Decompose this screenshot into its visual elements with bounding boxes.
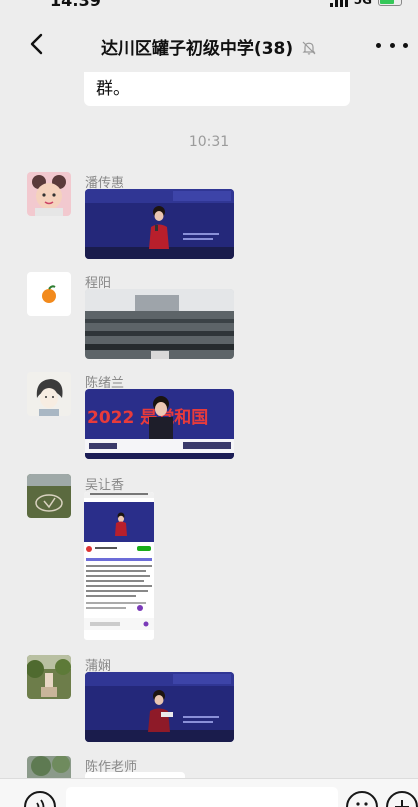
landscape-avatar-image bbox=[27, 474, 71, 518]
sender-name: 吴让香 bbox=[85, 478, 125, 493]
status-bar: 14:39 5G bbox=[0, 0, 418, 14]
avatar[interactable] bbox=[27, 372, 71, 416]
video-thumbnail[interactable] bbox=[85, 289, 234, 359]
more-options-button[interactable] bbox=[376, 38, 408, 52]
emoji-icon bbox=[356, 802, 368, 806]
avatar[interactable] bbox=[27, 756, 71, 778]
message-timestamp: 10:31 bbox=[188, 134, 230, 150]
image-thumbnail[interactable] bbox=[84, 492, 154, 640]
chat-header: 达川区罐子初级中学(38) bbox=[0, 14, 418, 72]
video-thumbnail[interactable] bbox=[85, 672, 234, 742]
sketch-girl-avatar-image bbox=[27, 372, 71, 416]
signal-icon bbox=[329, 0, 348, 7]
video-frame bbox=[85, 189, 234, 259]
status-time: 14:39 bbox=[50, 0, 101, 10]
orange-avatar-image bbox=[27, 272, 71, 316]
screenshot-image bbox=[84, 492, 154, 640]
chat-input-bar bbox=[0, 778, 418, 807]
message-bubble[interactable]: 群。 bbox=[84, 72, 350, 106]
video-thumbnail[interactable]: 2022 是党和国 bbox=[85, 389, 234, 459]
video-frame bbox=[85, 289, 234, 359]
voice-input-button[interactable] bbox=[24, 791, 56, 807]
video-frame bbox=[85, 672, 234, 742]
avatar[interactable] bbox=[27, 474, 71, 518]
chat-message-list[interactable]: 群。 10:31 潘传惠 程阳 陈绪兰 2022 是党和国 吴让香 蒲娴 陈作老… bbox=[0, 72, 418, 778]
outdoor-avatar-image bbox=[27, 756, 71, 778]
dot-icon bbox=[389, 42, 395, 48]
status-indicators: 5G bbox=[329, 0, 402, 7]
mute-bell-icon bbox=[302, 41, 316, 55]
avatar[interactable] bbox=[27, 172, 71, 216]
battery-icon bbox=[378, 0, 402, 6]
garden-avatar-image bbox=[27, 655, 71, 699]
chat-title-area: 达川区罐子初级中学(38) bbox=[0, 34, 418, 59]
video-overlay-text: 2022 是党和国 bbox=[87, 407, 208, 428]
avatar[interactable] bbox=[27, 272, 71, 316]
message-text: 群。 bbox=[96, 79, 130, 99]
avatar[interactable] bbox=[27, 655, 71, 699]
video-thumbnail[interactable] bbox=[85, 189, 234, 259]
dot-icon bbox=[403, 42, 408, 48]
voice-icon bbox=[36, 799, 45, 807]
chat-title: 达川区罐子初级中学(38) bbox=[100, 39, 294, 59]
message-input[interactable] bbox=[66, 787, 338, 807]
video-frame: 2022 是党和国 bbox=[85, 389, 234, 459]
more-functions-button[interactable] bbox=[386, 791, 418, 807]
baby-avatar-image bbox=[27, 172, 71, 216]
emoji-button[interactable] bbox=[346, 791, 378, 807]
dot-icon bbox=[376, 42, 381, 48]
network-type: 5G bbox=[353, 0, 372, 7]
